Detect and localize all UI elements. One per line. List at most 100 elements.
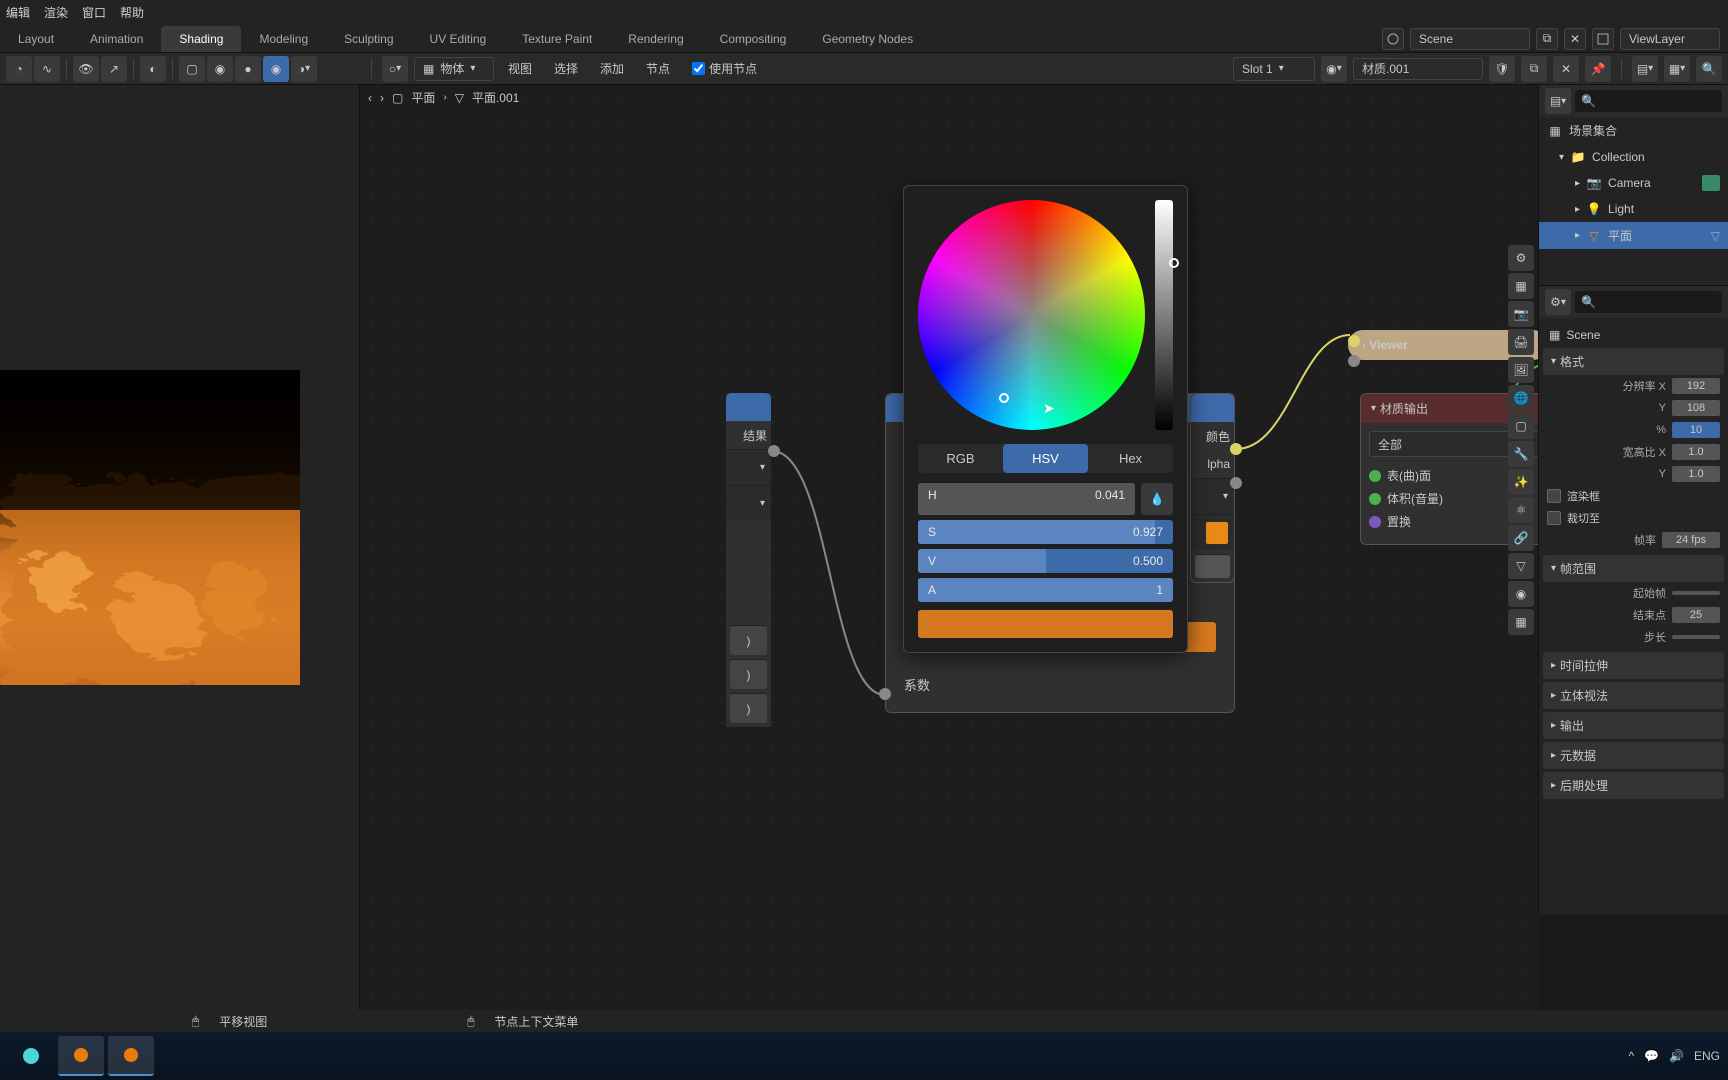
menu-render[interactable]: 渲染 (44, 4, 68, 21)
tab-animation[interactable]: Animation (72, 26, 161, 52)
outliner-type-icon[interactable]: ▤▾ (1545, 88, 1571, 114)
curve-icon[interactable]: ∿ (34, 56, 60, 82)
tab-shading[interactable]: Shading (161, 26, 241, 52)
slot-select[interactable]: Slot 1▾ (1233, 57, 1315, 81)
breadcrumb-data[interactable]: 平面.001 (472, 89, 519, 106)
tool-output-icon[interactable]: 🖨 (1508, 329, 1534, 355)
scene-collection-item[interactable]: ▦场景集合 (1539, 117, 1728, 144)
material-browse-icon[interactable]: ◉▾ (1321, 56, 1347, 82)
dropdown-icon[interactable]: ▾ (1223, 491, 1228, 502)
use-nodes-checkbox[interactable] (692, 62, 705, 75)
tool-physics-icon[interactable]: ⚛ (1508, 497, 1534, 523)
menu-edit[interactable]: 编辑 (6, 4, 30, 21)
step-input[interactable] (1672, 635, 1720, 639)
tab-sculpting[interactable]: Sculpting (326, 26, 411, 52)
menu-help[interactable]: 帮助 (120, 4, 144, 21)
border-checkbox[interactable] (1547, 489, 1561, 503)
metadata-header[interactable]: ▸元数据 (1543, 742, 1724, 769)
aspect-x-input[interactable]: 1.0 (1672, 444, 1720, 460)
format-section-header[interactable]: ▾格式 (1543, 348, 1724, 375)
tab-compositing[interactable]: Compositing (702, 26, 805, 52)
tool-render-icon[interactable]: 📷 (1508, 301, 1534, 327)
tool-material-icon[interactable]: ◉ (1508, 581, 1534, 607)
dropdown-icon[interactable]: ▾ (760, 498, 765, 509)
tool-object-icon[interactable]: ▢ (1508, 413, 1534, 439)
viewlayer-input[interactable] (1620, 28, 1720, 50)
tool-options-icon[interactable]: ⚙ (1508, 245, 1534, 271)
node-left-header[interactable] (726, 393, 771, 421)
scene-browse-icon[interactable] (1382, 28, 1404, 50)
breadcrumb-nav-next-icon[interactable]: › (380, 91, 384, 105)
unlink-icon[interactable]: ✕ (1553, 56, 1579, 82)
color-wheel-marker[interactable] (999, 393, 1009, 403)
props-type-icon[interactable]: ⚙▾ (1545, 289, 1571, 315)
frame-range-header[interactable]: ▾帧范围 (1543, 555, 1724, 582)
eyedropper-icon[interactable]: 💧 (1141, 483, 1173, 515)
shading-mode-1-icon[interactable]: ◐ (140, 56, 166, 82)
editor-type-icon[interactable]: ◔ (6, 56, 32, 82)
s-slider[interactable]: S0.927 (918, 520, 1173, 544)
snap-icon[interactable]: ▦▾ (1664, 56, 1690, 82)
v-slider[interactable]: V0.500 (918, 549, 1173, 573)
taskbar-blender-2[interactable] (108, 1036, 154, 1076)
search-icon[interactable]: 🔍 (1696, 56, 1722, 82)
tool-mesh-icon[interactable]: ▽ (1508, 553, 1534, 579)
plane-item[interactable]: ▸▽平面▽ (1539, 222, 1728, 249)
output-header[interactable]: ▸输出 (1543, 712, 1724, 739)
tab-modeling[interactable]: Modeling (241, 26, 326, 52)
color-wheel[interactable]: ➤ (918, 200, 1145, 430)
breadcrumb-nav-prev-icon[interactable]: ‹ (368, 91, 372, 105)
tool-texture-icon[interactable]: ▦ (1508, 609, 1534, 635)
tab-rgb[interactable]: RGB (918, 444, 1003, 473)
fps-select[interactable]: 24 fps (1662, 532, 1720, 548)
shading-dropdown-icon[interactable]: ◑▾ (291, 56, 317, 82)
scene-close-icon[interactable]: ✕ (1564, 28, 1586, 50)
tool-scene-icon[interactable]: ▦ (1508, 273, 1534, 299)
tab-hex[interactable]: Hex (1088, 444, 1173, 473)
post-header[interactable]: ▸后期处理 (1543, 772, 1724, 799)
shield-icon[interactable]: 🛡 (1489, 56, 1515, 82)
camera-item[interactable]: ▸📷Camera (1539, 170, 1728, 196)
tool-view-icon[interactable]: 🖼 (1508, 357, 1534, 383)
tab-hsv[interactable]: HSV (1003, 444, 1088, 473)
tab-rendering[interactable]: Rendering (610, 26, 701, 52)
cursor-icon[interactable]: 👁 (73, 56, 99, 82)
tool-particle-icon[interactable]: ✨ (1508, 469, 1534, 495)
menu-add[interactable]: 添加 (592, 60, 632, 77)
node-editor-icon[interactable]: ○▾ (382, 56, 408, 82)
rendered-icon[interactable]: ◉ (263, 56, 289, 82)
solid-icon[interactable]: ◉ (207, 56, 233, 82)
props-search[interactable]: 🔍 (1575, 291, 1722, 313)
start-frame-input[interactable] (1672, 591, 1720, 595)
taskbar-start[interactable] (8, 1036, 54, 1076)
arrow-icon[interactable]: ↗ (101, 56, 127, 82)
menu-select[interactable]: 选择 (546, 60, 586, 77)
orange-swatch[interactable] (1206, 522, 1228, 544)
h-slider[interactable]: H0.041 (918, 483, 1135, 515)
menu-node[interactable]: 节点 (638, 60, 678, 77)
stereo-header[interactable]: ▸立体视法 (1543, 682, 1724, 709)
collection-item[interactable]: ▾📁Collection (1539, 144, 1728, 170)
tab-geonodes[interactable]: Geometry Nodes (804, 26, 931, 52)
tray-chat-icon[interactable]: 💬 (1644, 1049, 1659, 1063)
tray-lang[interactable]: ENG (1694, 1049, 1720, 1063)
time-stretch-header[interactable]: ▸时间拉伸 (1543, 652, 1724, 679)
breadcrumb-obj[interactable]: 平面 (411, 89, 435, 106)
light-item[interactable]: ▸💡Light (1539, 196, 1728, 222)
value-slider[interactable] (1155, 200, 1173, 430)
end-frame-input[interactable]: 25 (1672, 607, 1720, 623)
tray-volume-icon[interactable]: 🔊 (1669, 1049, 1684, 1063)
tab-layout[interactable]: Layout (0, 26, 72, 52)
dropdown-icon[interactable]: ▾ (760, 462, 765, 473)
res-pct-input[interactable]: 10 (1672, 422, 1720, 438)
value-marker[interactable] (1169, 258, 1179, 268)
res-y-input[interactable]: 108 (1672, 400, 1720, 416)
wireframe-icon[interactable]: ▢ (179, 56, 205, 82)
tool-wrench-icon[interactable]: 🔧 (1508, 441, 1534, 467)
tool-world-icon[interactable]: 🌐 (1508, 385, 1534, 411)
crop-checkbox[interactable] (1547, 511, 1561, 525)
layer-browse-icon[interactable] (1592, 28, 1614, 50)
a-slider[interactable]: A1 (918, 578, 1173, 602)
material-name-input[interactable] (1353, 58, 1483, 80)
tray-chevron-icon[interactable]: ^ (1628, 1049, 1634, 1063)
